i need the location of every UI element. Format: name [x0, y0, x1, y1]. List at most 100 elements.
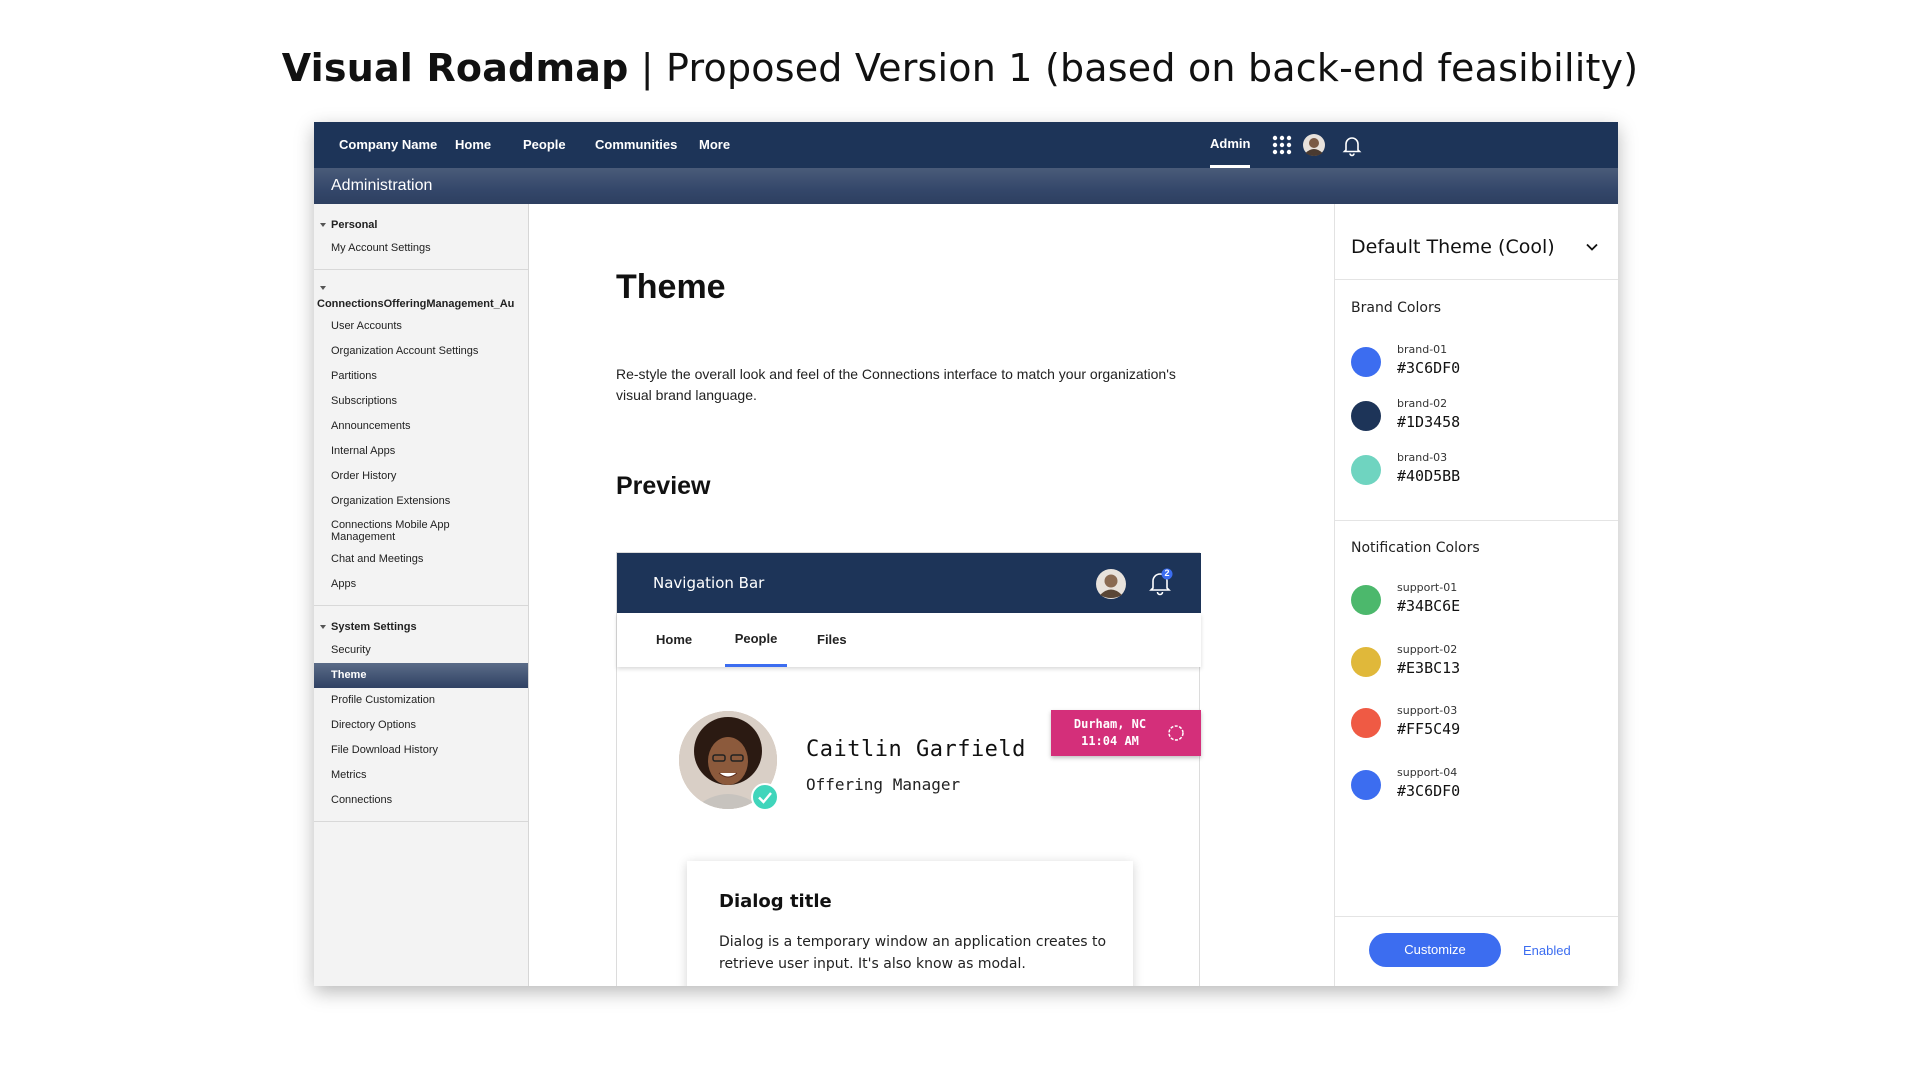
collapse-triangle-icon — [320, 223, 326, 227]
badge-time: 11:04 AM — [1081, 734, 1139, 748]
notification-colors-label: Notification Colors — [1351, 540, 1480, 556]
preview-nav-label: Navigation Bar — [653, 574, 765, 592]
slide-title: Visual Roadmap | Proposed Version 1 (bas… — [0, 46, 1920, 90]
preview-tab-people[interactable]: People — [725, 613, 787, 667]
sidebar-item-subscriptions[interactable]: Subscriptions — [314, 389, 528, 414]
swatch-hex: #34BC6E — [1397, 597, 1461, 615]
sidebar-item-profile-customization[interactable]: Profile Customization — [314, 688, 528, 713]
swatch-dot — [1351, 647, 1381, 677]
theme-preview: Navigation Bar 2 Home People Files Caitl… — [616, 552, 1201, 986]
nav-communities[interactable]: Communities — [595, 122, 677, 168]
nav-more[interactable]: More — [699, 122, 730, 168]
user-avatar[interactable] — [1302, 133, 1326, 157]
slide-title-rest: | Proposed Version 1 (based on back-end … — [628, 46, 1639, 90]
profile-name: Caitlin Garfield — [806, 737, 1026, 762]
swatch-hex: #1D3458 — [1397, 413, 1461, 431]
collapse-triangle-icon — [320, 625, 326, 629]
sidebar-item-order-history[interactable]: Order History — [314, 464, 528, 489]
profile-role: Offering Manager — [806, 775, 961, 794]
sidebar-item-my-account-settings[interactable]: My Account Settings — [314, 236, 528, 261]
notification-count: 2 — [1164, 568, 1170, 578]
nav-admin[interactable]: Admin — [1210, 122, 1251, 168]
swatch-hex: #FF5C49 — [1397, 720, 1461, 738]
sidebar-group-title: Personal — [331, 219, 378, 231]
sidebar-item-organization-extensions[interactable]: Organization Extensions — [314, 489, 528, 514]
sidebar-group-header[interactable]: System Settings — [314, 616, 528, 638]
slide-title-strong: Visual Roadmap — [281, 46, 629, 90]
top-navigation: Company Name Home People Communities Mor… — [314, 122, 1618, 168]
swatch-dot — [1351, 401, 1381, 431]
location-badge: Durham, NC 11:04 AM — [1051, 710, 1201, 756]
sidebar-item-chat-and-meetings[interactable]: Chat and Meetings — [314, 547, 528, 572]
apps-grid-icon[interactable] — [1270, 133, 1294, 157]
nav-company-name[interactable]: Company Name — [339, 122, 437, 168]
page-title: Theme — [616, 268, 726, 306]
sidebar-item-security[interactable]: Security — [314, 638, 528, 663]
sidebar-group-system-settings: System Settings Security Theme Profile C… — [314, 606, 528, 822]
swatch-token: support-03 — [1397, 704, 1458, 717]
sidebar-item-directory-options[interactable]: Directory Options — [314, 713, 528, 738]
swatch-hex: #E3BC13 — [1397, 659, 1461, 677]
sidebar-item-connections[interactable]: Connections — [314, 788, 528, 813]
nav-home[interactable]: Home — [455, 122, 491, 168]
swatch-token: support-04 — [1397, 766, 1458, 779]
theme-dropdown-value: Default Theme (Cool) — [1351, 236, 1555, 258]
color-swatch-brand-03[interactable]: brand-03 #40D5BB — [1351, 449, 1611, 489]
badge-location: Durham, NC — [1073, 717, 1147, 731]
app-window: Company Name Home People Communities Mor… — [314, 122, 1618, 986]
color-swatch-support-04[interactable]: support-04 #3C6DF0 — [1351, 764, 1611, 804]
swatch-dot — [1351, 455, 1381, 485]
sidebar-group-offering: ConnectionsOfferingManagement_Au User Ac… — [314, 270, 528, 606]
swatch-token: brand-03 — [1397, 451, 1448, 464]
color-swatch-support-03[interactable]: support-03 #FF5C49 — [1351, 702, 1611, 742]
sidebar-item-apps[interactable]: Apps — [314, 572, 528, 597]
swatch-token: brand-01 — [1397, 343, 1448, 356]
chevron-down-icon — [1586, 243, 1598, 251]
swatch-token: support-02 — [1397, 643, 1458, 656]
preview-tab-files[interactable]: Files — [817, 613, 847, 667]
swatch-hex: #40D5BB — [1397, 467, 1461, 485]
sidebar-group-header[interactable]: ConnectionsOfferingManagement_Au — [314, 280, 528, 314]
verified-check-icon — [751, 783, 779, 811]
sidebar: Personal My Account Settings Connections… — [314, 204, 529, 986]
sidebar-item-metrics[interactable]: Metrics — [314, 763, 528, 788]
sidebar-item-user-accounts[interactable]: User Accounts — [314, 314, 528, 339]
sidebar-item-mobile-app-management[interactable]: Connections Mobile App Management — [314, 514, 464, 547]
dialog-title: Dialog title — [719, 891, 832, 912]
clock-icon — [1168, 725, 1184, 741]
dialog-body: Dialog is a temporary window an applicat… — [719, 934, 1107, 972]
sidebar-item-file-download-history[interactable]: File Download History — [314, 738, 528, 763]
theme-panel: Default Theme (Cool) Brand Colors brand-… — [1334, 204, 1618, 986]
collapse-triangle-icon — [320, 286, 326, 290]
color-swatch-support-02[interactable]: support-02 #E3BC13 — [1351, 641, 1611, 681]
administration-bar: Administration — [314, 168, 1618, 204]
sidebar-group-title: ConnectionsOfferingManagement_Au — [317, 298, 515, 310]
theme-dropdown[interactable]: Default Theme (Cool) — [1335, 204, 1618, 280]
preview-avatar — [1096, 569, 1126, 599]
sidebar-item-announcements[interactable]: Announcements — [314, 414, 528, 439]
sidebar-item-organization-account-settings[interactable]: Organization Account Settings — [314, 339, 528, 364]
color-swatch-brand-01[interactable]: brand-01 #3C6DF0 — [1351, 341, 1611, 381]
nav-people[interactable]: People — [523, 122, 566, 168]
swatch-dot — [1351, 347, 1381, 377]
sidebar-item-partitions[interactable]: Partitions — [314, 364, 528, 389]
color-swatch-brand-02[interactable]: brand-02 #1D3458 — [1351, 395, 1611, 435]
color-swatch-support-01[interactable]: support-01 #34BC6E — [1351, 579, 1611, 619]
brand-colors-label: Brand Colors — [1351, 300, 1441, 316]
sidebar-item-internal-apps[interactable]: Internal Apps — [314, 439, 528, 464]
sidebar-group-personal: Personal My Account Settings — [314, 204, 528, 270]
sidebar-group-header[interactable]: Personal — [314, 214, 528, 236]
customize-button[interactable]: Customize — [1369, 933, 1501, 967]
page-description: Re-style the overall look and feel of th… — [616, 366, 1176, 403]
bell-icon[interactable] — [1340, 133, 1364, 157]
main-content: Theme Re-style the overall look and feel… — [530, 204, 1334, 986]
preview-tabs: Home People Files — [617, 613, 1201, 667]
swatch-dot — [1351, 708, 1381, 738]
sidebar-item-theme[interactable]: Theme — [314, 663, 528, 688]
panel-footer: Customize Enabled — [1335, 916, 1618, 986]
panel-divider — [1335, 520, 1618, 521]
preview-tab-home[interactable]: Home — [656, 613, 692, 667]
preview-heading: Preview — [616, 472, 711, 500]
sidebar-group-title: System Settings — [331, 621, 417, 633]
status-enabled: Enabled — [1523, 943, 1571, 958]
